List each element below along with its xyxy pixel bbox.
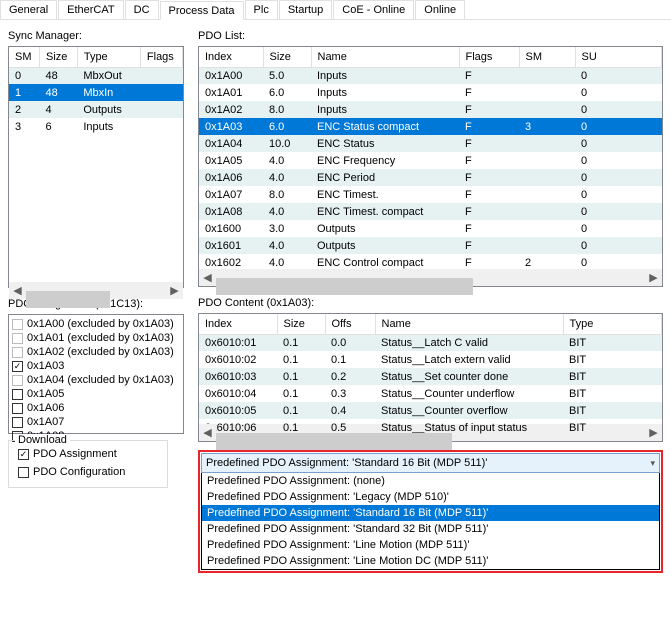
table-row[interactable]: 0x1A0410.0ENC StatusF0	[199, 135, 662, 152]
chevron-down-icon: ▾	[650, 458, 655, 469]
tab-process-data[interactable]: Process Data	[160, 1, 244, 20]
assignment-item[interactable]: 0x1A07	[11, 415, 181, 429]
col-header[interactable]: Size	[277, 314, 325, 334]
scrollbar-h[interactable]: ◀ ▶	[9, 282, 183, 299]
col-header[interactable]: Name	[375, 314, 563, 334]
col-header[interactable]: Flags	[459, 47, 519, 67]
col-header[interactable]: Name	[311, 47, 459, 67]
table-row[interactable]: 0x16003.0OutputsF0	[199, 220, 662, 237]
pdo-assignment-list[interactable]: 0x1A00 (excluded by 0x1A03)0x1A01 (exclu…	[8, 314, 184, 434]
table-row[interactable]: 0x1A054.0ENC FrequencyF0	[199, 152, 662, 169]
assignment-item: 0x1A01 (excluded by 0x1A03)	[11, 331, 181, 345]
sync-manager-table[interactable]: SMSizeTypeFlags048MbxOut148MbxIn24Output…	[8, 46, 184, 288]
scroll-left-icon[interactable]: ◀	[9, 282, 26, 299]
table-row[interactable]: 048MbxOut	[9, 67, 183, 84]
download-group: Download ✓PDO Assignment PDO Configurati…	[8, 440, 168, 488]
col-header[interactable]: SM	[519, 47, 575, 67]
table-row[interactable]: 24Outputs	[9, 101, 183, 118]
assignment-item[interactable]: ✓0x1A03	[11, 359, 181, 373]
assignment-item: 0x1A02 (excluded by 0x1A03)	[11, 345, 181, 359]
col-header[interactable]: Index	[199, 47, 263, 67]
col-header[interactable]: SU	[575, 47, 662, 67]
table-row[interactable]: 0x1A028.0InputsF0	[199, 101, 662, 118]
checkbox-icon: ✓	[12, 361, 23, 372]
table-row[interactable]: 0x6010:050.10.4Status__Counter overflowB…	[199, 402, 662, 419]
dropdown-option[interactable]: Predefined PDO Assignment: (none)	[202, 473, 659, 489]
tab-online[interactable]: Online	[415, 0, 465, 19]
table-row[interactable]: 0x6010:040.10.3Status__Counter underflow…	[199, 385, 662, 402]
table-row[interactable]: 0x6010:020.10.1Status__Latch extern vali…	[199, 351, 662, 368]
table-row[interactable]: 0x1A078.0ENC Timest.F0	[199, 186, 662, 203]
table-row[interactable]: 0x1A036.0ENC Status compactF30	[199, 118, 662, 135]
scroll-right-icon[interactable]: ▶	[645, 424, 662, 441]
pdo-content-table[interactable]: IndexSizeOffsNameType0x6010:010.10.0Stat…	[198, 313, 663, 442]
dropdown-option[interactable]: Predefined PDO Assignment: 'Standard 32 …	[202, 521, 659, 537]
pdo-configuration-checkbox[interactable]: PDO Configuration	[17, 465, 159, 479]
checkbox-icon	[12, 333, 23, 344]
table-row[interactable]: 0x1A005.0InputsF0	[199, 67, 662, 84]
predefined-pdo-options[interactable]: Predefined PDO Assignment: (none)Predefi…	[201, 473, 660, 570]
table-row[interactable]: 0x1A084.0ENC Timest. compactF0	[199, 203, 662, 220]
col-header[interactable]: Type	[77, 47, 140, 67]
scrollbar-h[interactable]: ◀ ▶	[199, 269, 662, 286]
scroll-right-icon[interactable]: ▶	[166, 282, 183, 299]
col-header[interactable]: Index	[199, 314, 277, 334]
tab-general[interactable]: General	[0, 0, 57, 19]
assignment-item[interactable]: 0x1A05	[11, 387, 181, 401]
tab-dc[interactable]: DC	[125, 0, 159, 19]
checkbox-icon	[12, 347, 23, 358]
table-row[interactable]: 0x16014.0OutputsF0	[199, 237, 662, 254]
scroll-left-icon[interactable]: ◀	[199, 424, 216, 441]
predefined-pdo-dropdown[interactable]: Predefined PDO Assignment: 'Standard 16 …	[201, 453, 660, 473]
dropdown-option[interactable]: Predefined PDO Assignment: 'Line Motion …	[202, 537, 659, 553]
tab-strip: GeneralEtherCATDCProcess DataPlcStartupC…	[0, 0, 671, 20]
pdo-content-label: PDO Content (0x1A03):	[198, 297, 663, 309]
sync-manager-label: Sync Manager:	[8, 30, 184, 42]
table-row[interactable]: 0x1A064.0ENC PeriodF0	[199, 169, 662, 186]
table-row[interactable]: 148MbxIn	[9, 84, 183, 101]
table-row[interactable]: 0x1A016.0InputsF0	[199, 84, 662, 101]
col-header[interactable]: SM	[9, 47, 39, 67]
dropdown-option[interactable]: Predefined PDO Assignment: 'Legacy (MDP …	[202, 489, 659, 505]
tab-coe-online[interactable]: CoE - Online	[333, 0, 414, 19]
checkbox-icon	[12, 375, 23, 386]
checkbox-icon	[12, 389, 23, 400]
download-legend: Download	[15, 434, 70, 446]
pdo-list-table[interactable]: IndexSizeNameFlagsSMSU0x1A005.0InputsF00…	[198, 46, 663, 287]
assignment-item: 0x1A04 (excluded by 0x1A03)	[11, 373, 181, 387]
predefined-pdo-highlight: Predefined PDO Assignment: 'Standard 16 …	[198, 450, 663, 573]
tab-ethercat[interactable]: EtherCAT	[58, 0, 123, 19]
assignment-item: 0x1A00 (excluded by 0x1A03)	[11, 317, 181, 331]
scroll-right-icon[interactable]: ▶	[645, 269, 662, 286]
pdo-list-label: PDO List:	[198, 30, 663, 42]
table-row[interactable]: 0x6010:010.10.0Status__Latch C validBIT	[199, 334, 662, 351]
col-header[interactable]: Offs	[325, 314, 375, 334]
checkbox-icon	[12, 403, 23, 414]
tab-plc[interactable]: Plc	[245, 0, 278, 19]
dropdown-option[interactable]: Predefined PDO Assignment: 'Standard 16 …	[202, 505, 659, 521]
pdo-assignment-checkbox[interactable]: ✓PDO Assignment	[17, 447, 159, 461]
col-header[interactable]: Size	[263, 47, 311, 67]
scroll-left-icon[interactable]: ◀	[199, 269, 216, 286]
col-header[interactable]: Type	[563, 314, 662, 334]
col-header[interactable]: Flags	[140, 47, 182, 67]
col-header[interactable]: Size	[39, 47, 77, 67]
table-row[interactable]: 0x16024.0ENC Control compactF20	[199, 254, 662, 269]
dropdown-option[interactable]: Predefined PDO Assignment: 'Line Motion …	[202, 553, 659, 569]
checkbox-icon	[12, 319, 23, 330]
table-row[interactable]: 0x6010:030.10.2Status__Set counter doneB…	[199, 368, 662, 385]
tab-startup[interactable]: Startup	[279, 0, 332, 19]
checkbox-icon	[12, 417, 23, 428]
table-row[interactable]: 36Inputs	[9, 118, 183, 135]
assignment-item[interactable]: 0x1A06	[11, 401, 181, 415]
